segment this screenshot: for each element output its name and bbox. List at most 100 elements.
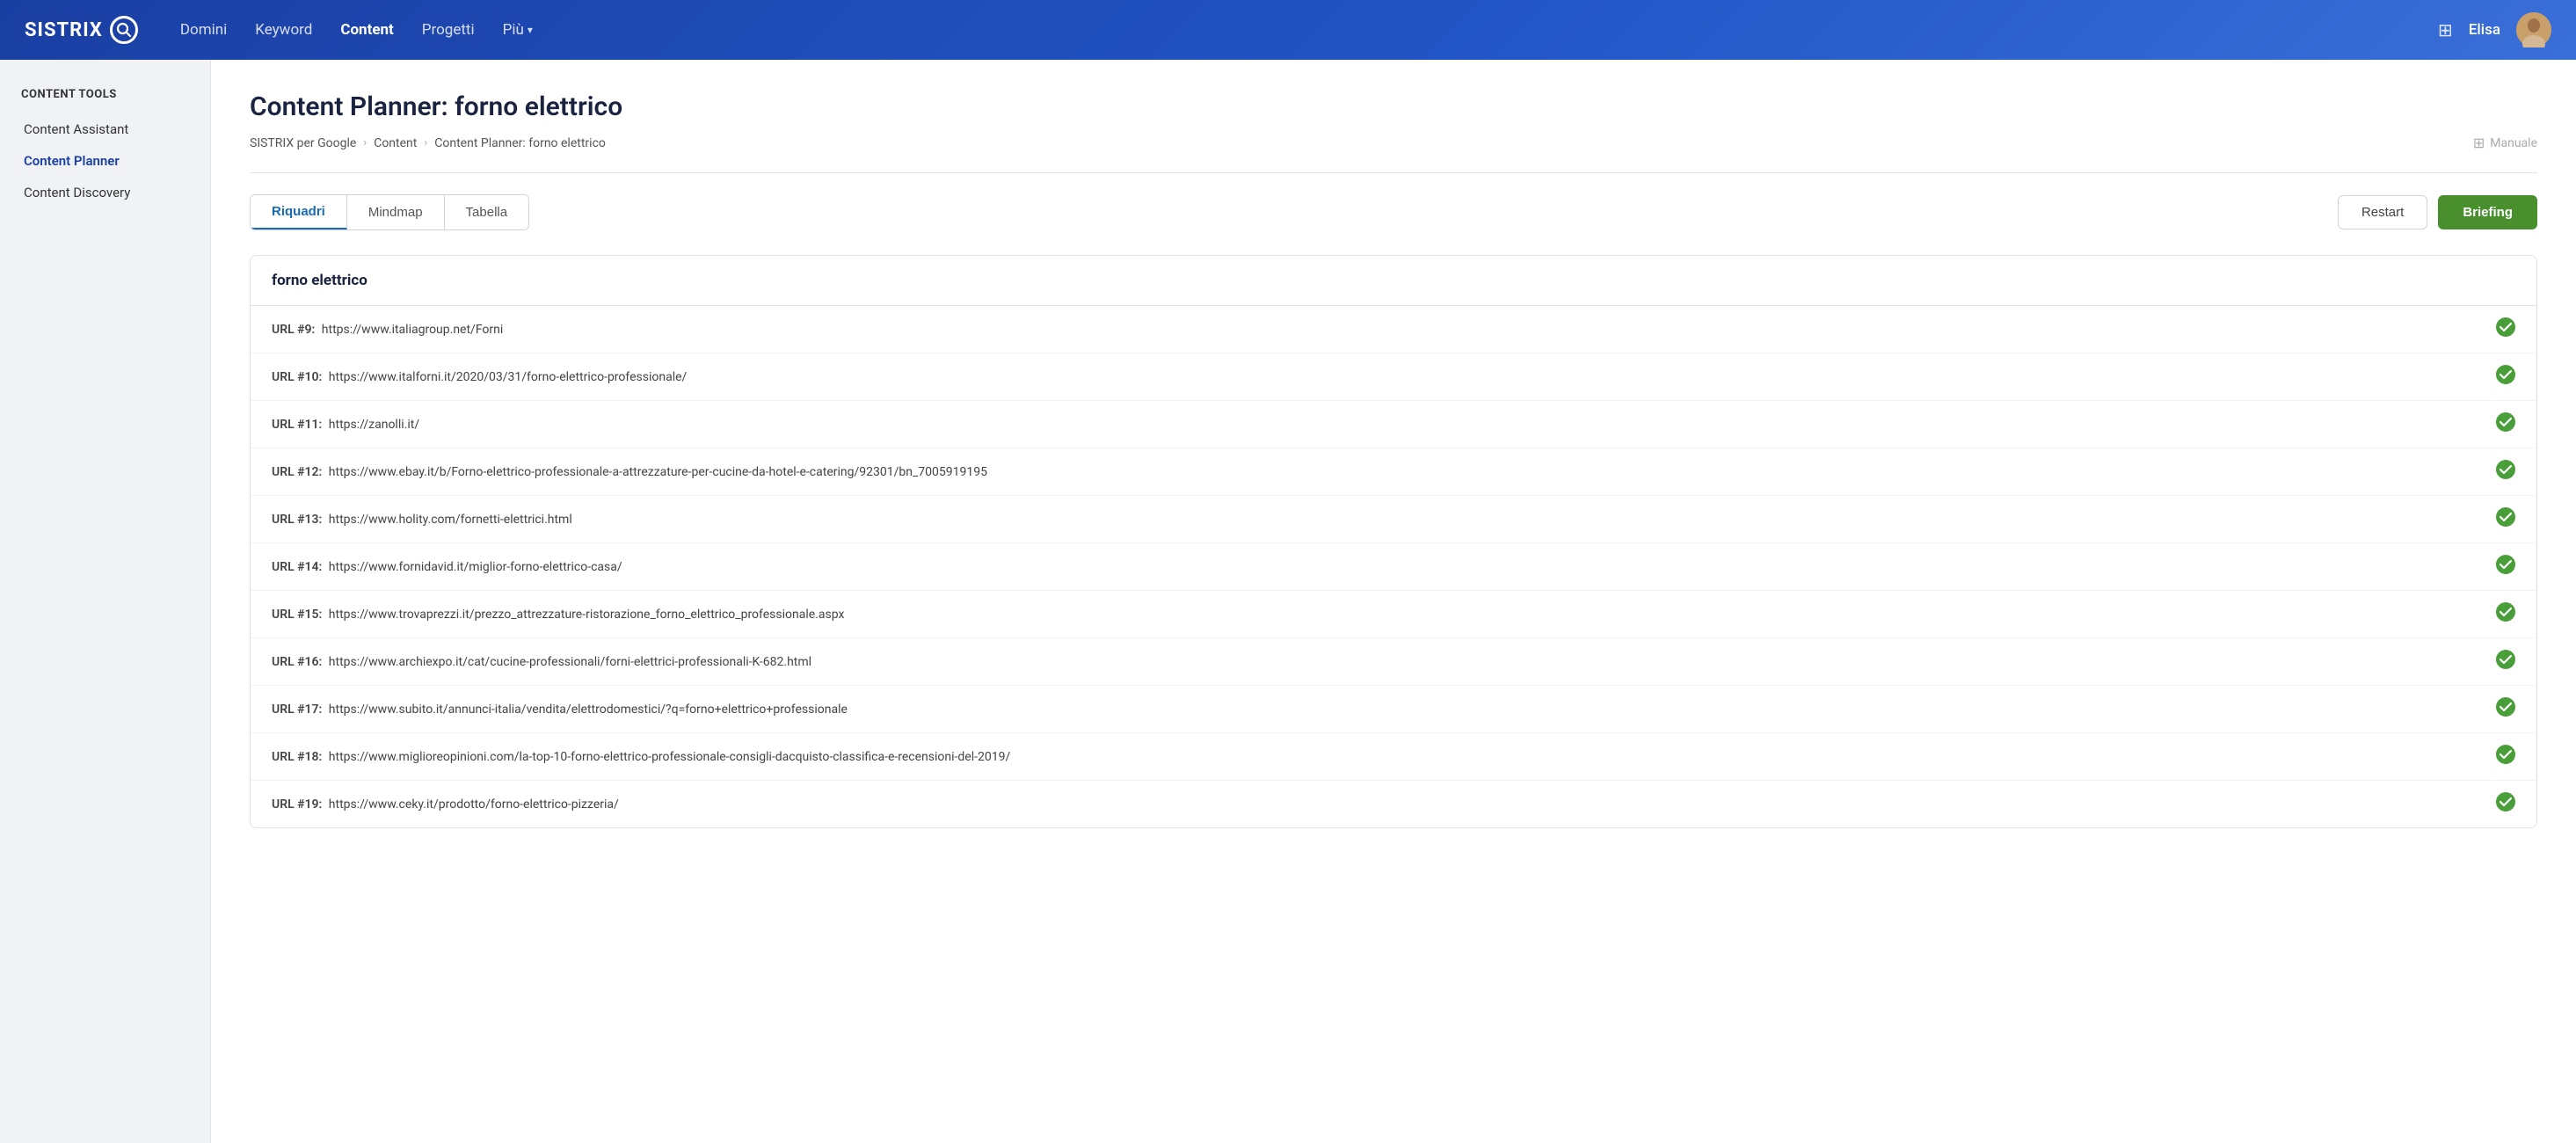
check-icon	[2496, 602, 2515, 626]
url-label: URL #14:	[272, 560, 322, 574]
tab-riquadri[interactable]: Riquadri	[251, 195, 347, 229]
check-icon	[2496, 745, 2515, 768]
content-card: forno elettrico URL #9: https://www.ital…	[250, 255, 2537, 828]
url-value: https://www.miglioreopinioni.com/la-top-…	[325, 750, 1010, 764]
url-label: URL #18:	[272, 750, 322, 764]
url-text: URL #17: https://www.subito.it/annunci-i…	[272, 703, 2482, 717]
check-icon	[2496, 460, 2515, 484]
url-label: URL #11:	[272, 418, 322, 432]
url-value: https://www.subito.it/annunci-italia/ven…	[325, 703, 848, 717]
url-row[interactable]: URL #10: https://www.italforni.it/2020/0…	[251, 353, 2536, 401]
url-label: URL #19:	[272, 797, 322, 812]
url-label: URL #15:	[272, 608, 322, 622]
url-value: https://www.fornidavid.it/miglior-forno-…	[325, 560, 622, 574]
breadcrumb-sep-2: ›	[424, 136, 427, 149]
url-label: URL #17:	[272, 703, 322, 717]
breadcrumb-home[interactable]: SISTRIX per Google	[250, 136, 356, 150]
tabs-row: Riquadri Mindmap Tabella Restart Briefin…	[250, 194, 2537, 230]
divider	[250, 172, 2537, 173]
card-header: forno elettrico	[251, 256, 2536, 306]
manual-label: Manuale	[2490, 136, 2537, 150]
url-row[interactable]: URL #15: https://www.trovaprezzi.it/prez…	[251, 591, 2536, 638]
url-value: https://www.ceky.it/prodotto/forno-elett…	[325, 797, 619, 812]
grid-icon[interactable]: ⊞	[2438, 19, 2453, 40]
url-row[interactable]: URL #18: https://www.miglioreopinioni.co…	[251, 733, 2536, 781]
sidebar-item-content-assistant[interactable]: Content Assistant	[0, 113, 210, 145]
breadcrumb-content[interactable]: Content	[374, 136, 417, 150]
restart-button[interactable]: Restart	[2338, 195, 2427, 229]
logo[interactable]: SISTRIX	[25, 16, 138, 44]
logo-text: SISTRIX	[25, 19, 103, 41]
check-icon	[2496, 365, 2515, 389]
card-title: forno elettrico	[272, 272, 367, 289]
url-row[interactable]: URL #16: https://www.archiexpo.it/cat/cu…	[251, 638, 2536, 686]
url-value: https://www.holity.com/fornetti-elettric…	[325, 513, 571, 527]
breadcrumb-sep-1: ›	[363, 136, 367, 149]
url-text: URL #19: https://www.ceky.it/prodotto/fo…	[272, 797, 2482, 812]
manual-icon: ⊞	[2473, 135, 2485, 151]
tab-tabella[interactable]: Tabella	[445, 195, 529, 229]
url-row[interactable]: URL #9: https://www.italiagroup.net/Forn…	[251, 306, 2536, 353]
url-row[interactable]: URL #12: https://www.ebay.it/b/Forno-ele…	[251, 448, 2536, 496]
nav-content[interactable]: Content	[340, 18, 393, 42]
sidebar: CONTENT TOOLS Content Assistant Content …	[0, 60, 211, 1143]
check-icon	[2496, 507, 2515, 531]
nav-keyword[interactable]: Keyword	[255, 18, 312, 42]
manual-link[interactable]: ⊞ Manuale	[2473, 135, 2537, 151]
url-list: URL #9: https://www.italiagroup.net/Forn…	[251, 306, 2536, 827]
logo-icon	[110, 16, 138, 44]
url-row[interactable]: URL #14: https://www.fornidavid.it/migli…	[251, 543, 2536, 591]
url-row[interactable]: URL #13: https://www.holity.com/fornetti…	[251, 496, 2536, 543]
url-label: URL #13:	[272, 513, 322, 527]
check-icon	[2496, 792, 2515, 816]
check-icon	[2496, 650, 2515, 673]
url-label: URL #16:	[272, 655, 322, 669]
url-value: https://www.trovaprezzi.it/prezzo_attrez…	[325, 608, 844, 622]
url-label: URL #10:	[272, 370, 322, 384]
page-layout: CONTENT TOOLS Content Assistant Content …	[0, 60, 2576, 1143]
url-text: URL #16: https://www.archiexpo.it/cat/cu…	[272, 655, 2482, 669]
url-text: URL #13: https://www.holity.com/fornetti…	[272, 513, 2482, 527]
url-value: https://www.ebay.it/b/Forno-elettrico-pr…	[325, 465, 987, 479]
nav-right: ⊞ Elisa	[2438, 12, 2551, 47]
tab-actions: Restart Briefing	[2338, 195, 2537, 229]
url-text: URL #12: https://www.ebay.it/b/Forno-ele…	[272, 465, 2482, 479]
check-icon	[2496, 555, 2515, 579]
nav-piu[interactable]: Più ▾	[503, 21, 533, 39]
url-text: URL #18: https://www.miglioreopinioni.co…	[272, 750, 2482, 764]
nav-domini[interactable]: Domini	[180, 18, 227, 42]
avatar[interactable]	[2516, 12, 2551, 47]
url-row[interactable]: URL #17: https://www.subito.it/annunci-i…	[251, 686, 2536, 733]
tab-mindmap[interactable]: Mindmap	[347, 195, 445, 229]
page-title: Content Planner: forno elettrico	[250, 91, 2537, 122]
url-text: URL #15: https://www.trovaprezzi.it/prez…	[272, 608, 2482, 622]
url-text: URL #10: https://www.italforni.it/2020/0…	[272, 370, 2482, 384]
url-value: https://www.italforni.it/2020/03/31/forn…	[325, 370, 687, 384]
url-text: URL #9: https://www.italiagroup.net/Forn…	[272, 323, 2482, 337]
chevron-down-icon: ▾	[528, 24, 533, 36]
briefing-button[interactable]: Briefing	[2438, 195, 2537, 229]
check-icon	[2496, 317, 2515, 341]
sidebar-item-content-discovery[interactable]: Content Discovery	[0, 177, 210, 208]
nav-progetti[interactable]: Progetti	[422, 18, 475, 42]
url-label: URL #12:	[272, 465, 322, 479]
main-content: Content Planner: forno elettrico SISTRIX…	[211, 60, 2576, 1143]
url-text: URL #11: https://zanolli.it/	[272, 418, 2482, 432]
url-value: https://www.italiagroup.net/Forni	[318, 323, 503, 337]
top-navigation: SISTRIX Domini Keyword Content Progetti …	[0, 0, 2576, 60]
url-value: https://zanolli.it/	[325, 418, 419, 432]
sidebar-section-title: CONTENT TOOLS	[0, 88, 210, 113]
check-icon	[2496, 412, 2515, 436]
check-icon	[2496, 697, 2515, 721]
url-row[interactable]: URL #11: https://zanolli.it/	[251, 401, 2536, 448]
breadcrumb-current: Content Planner: forno elettrico	[434, 136, 606, 150]
sidebar-item-content-planner[interactable]: Content Planner	[0, 145, 210, 177]
tabs: Riquadri Mindmap Tabella	[250, 194, 529, 230]
url-label: URL #9:	[272, 323, 315, 337]
breadcrumb: SISTRIX per Google › Content › Content P…	[250, 135, 2537, 151]
url-text: URL #14: https://www.fornidavid.it/migli…	[272, 560, 2482, 574]
nav-piu-label: Più	[503, 21, 524, 39]
user-name: Elisa	[2469, 21, 2500, 39]
url-row[interactable]: URL #19: https://www.ceky.it/prodotto/fo…	[251, 781, 2536, 827]
url-value: https://www.archiexpo.it/cat/cucine-prof…	[325, 655, 811, 669]
